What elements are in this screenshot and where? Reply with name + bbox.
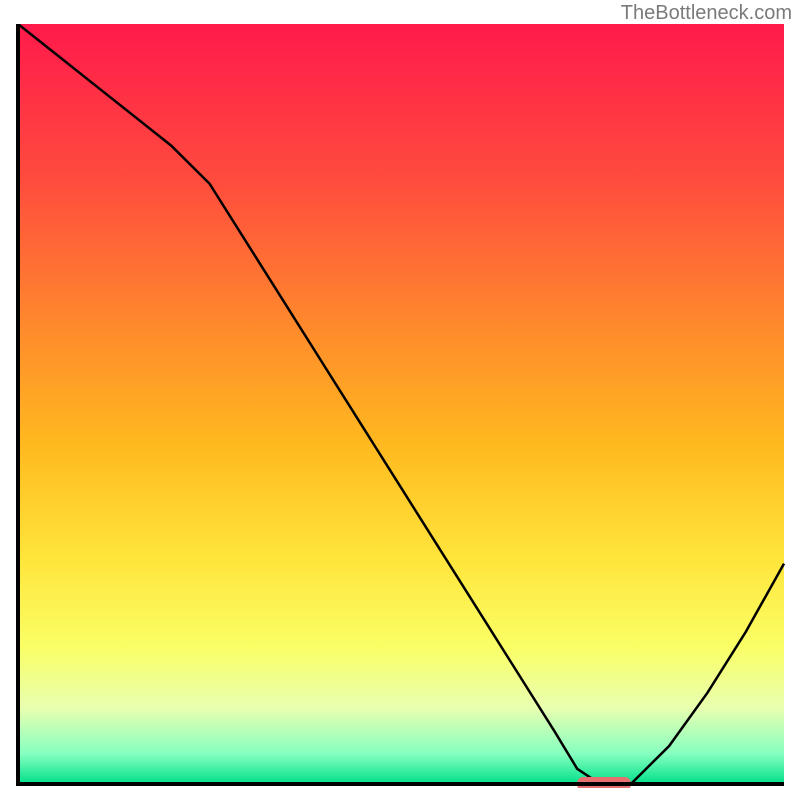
watermark-text: TheBottleneck.com xyxy=(621,2,792,25)
bottleneck-chart xyxy=(16,24,786,788)
plot-background xyxy=(18,24,784,784)
chart-svg xyxy=(16,24,786,788)
